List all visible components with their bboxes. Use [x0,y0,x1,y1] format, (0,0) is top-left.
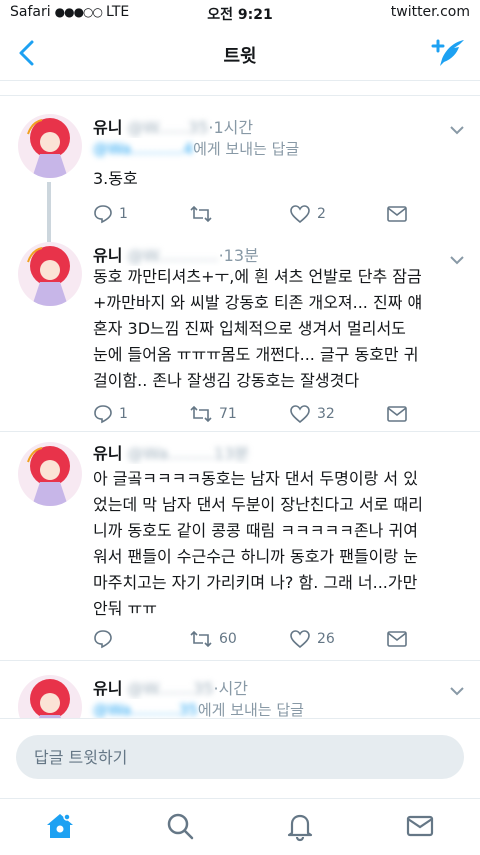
previous-tweet-edge [0,81,480,96]
reply-button[interactable]: 1 [93,404,128,424]
reply-context: @Wa..........35에게 보내는 답글 [93,699,304,718]
reply-button[interactable] [93,629,119,649]
retweet-icon [190,205,212,223]
heart-icon [290,405,310,424]
reply-button[interactable]: 1 [93,204,128,224]
tweet-text-line: 니까 동호도 같이 콩콩 때림 ㅋㅋㅋㅋㅋ존나 귀여 [93,521,418,540]
tweet-actions: 1 2 [93,202,460,226]
avatar[interactable] [18,675,82,718]
reply-handle-link[interactable]: @Wa..........35 [93,701,198,718]
tweet-actions: 1 71 32 [93,402,460,426]
compose-tweet-icon[interactable] [430,37,466,69]
heart-icon [290,630,310,649]
author-handle: @W............ [127,246,219,265]
nav-bar: 트윗 [0,26,480,81]
tweet-actions: 60 26 [93,627,460,651]
tweet-text-line: 안둬 ㅠㅠ [93,599,157,618]
reply-icon [94,630,112,649]
author-name[interactable]: 유니 [93,444,122,463]
avatar[interactable] [18,442,82,506]
search-icon[interactable] [163,809,197,843]
home-icon[interactable] [43,809,77,843]
retweet-icon [190,630,212,648]
author-name[interactable]: 유니 [93,679,122,698]
tweet-text-line: 눈에 들어옴 ㅠㅠㅠ몸도 개쩐다... 글구 동호만 귀 [93,345,419,364]
tweet-text-line: 혼자 3D느낌 진짜 입체적으로 생겨서 멀리서도 [93,319,406,338]
like-button[interactable]: 2 [289,204,326,224]
tweet-text-line: 아 글곸ㅋㅋㅋㅋ동호는 남자 댄서 두명이랑 서 있 [93,469,418,488]
tweet-header: 유니 @Wa.........13분 [93,440,440,464]
tweet-time: ·시간 [213,679,249,698]
reply-handle-link[interactable]: @Wa...........4 [93,140,193,158]
reply-count: 1 [119,206,128,222]
tweet-text: 아 글곸ㅋㅋㅋㅋ동호는 남자 댄서 두명이랑 서 있 었는데 막 남자 댄서 두… [93,466,462,622]
tweet-3[interactable]: 유니 @Wa.........13분 아 글곸ㅋㅋㅋㅋ동호는 남자 댄서 두명이… [0,432,480,658]
author-name[interactable]: 유니 [93,246,122,265]
chevron-down-icon[interactable] [450,681,464,696]
author-handle: @Wa.........13분 [127,444,250,463]
retweet-button[interactable]: 60 [189,629,237,649]
tweet-text-line: 었는데 막 남자 댄서 두분이 장난친다고 서로 때리 [93,495,424,514]
retweet-button[interactable] [189,204,219,224]
tweet-header: 유니 @W.......35·시간 [93,675,440,699]
author-name[interactable]: 유니 [93,118,122,137]
heart-icon [290,205,310,224]
tweet-text: 동호 까만티셔츠+ㅜ,에 흰 셔츠 언발로 단추 잠금 +까만바지 와 씨발 강… [93,264,462,394]
reply-input[interactable] [16,735,464,779]
thread-line [47,182,51,238]
reply-icon [94,405,112,424]
author-handle: @W......35 [127,118,209,137]
messages-icon[interactable] [403,809,437,843]
like-count: 32 [317,406,335,422]
tab-bar [0,798,480,855]
reply-suffix: 에게 보내는 답글 [193,140,300,158]
tweet-header: 유니 @W............·13분 [93,242,440,266]
avatar[interactable] [18,114,82,178]
reply-icon [94,205,112,224]
tweet-2[interactable]: 유니 @W............·13분 동호 까만티셔츠+ㅜ,에 흰 셔츠 … [0,236,480,431]
tweet-text-line: 걸이함.. 존나 잘생김 강동호는 잘생겻다 [93,371,360,390]
like-button[interactable]: 26 [289,629,335,649]
tweet-header: 유니 @W......35·1시간 [93,114,440,138]
notifications-icon[interactable] [283,809,317,843]
page-title: 트윗 [223,46,257,67]
tweet-4[interactable]: 유니 @W.......35·시간 @Wa..........35에게 보내는 … [0,661,480,718]
direct-message-button[interactable] [386,630,408,648]
retweet-count: 60 [219,631,237,647]
chevron-down-icon[interactable] [450,250,464,265]
retweet-count: 71 [219,406,237,422]
chevron-down-icon[interactable] [450,120,464,135]
direct-message-button[interactable] [386,405,408,423]
tweet-text: 3.동호 [93,169,138,188]
avatar[interactable] [18,242,82,306]
status-url: twitter.com [390,4,470,20]
reply-suffix: 에게 보내는 답글 [197,701,304,718]
tweet-time: ·1시간 [208,118,254,137]
like-count: 26 [317,631,335,647]
like-count: 2 [317,206,326,222]
reply-context: @Wa...........4에게 보내는 답글 [93,138,299,159]
direct-message-button[interactable] [386,205,408,223]
status-bar: Safari ●●●○○ LTE 오전 9:21 twitter.com [0,0,480,26]
author-handle: @W.......35 [127,679,214,698]
tweet-text-line: 마주치고는 자기 가리키며 나? 함. 그래 너...가만 [93,573,418,592]
retweet-button[interactable]: 71 [189,404,237,424]
mail-icon [387,631,407,647]
tweet-text-line: 동호 까만티셔츠+ㅜ,에 흰 셔츠 언발로 단추 잠금 [93,267,422,286]
tweet-1[interactable]: 유니 @W......35·1시간 @Wa...........4에게 보내는 … [0,96,480,238]
reply-count: 1 [119,406,128,422]
retweet-icon [190,405,212,423]
tweet-text-line: +까만바지 와 씨발 강동호 티존 개오져... 진짜 얘 [93,293,423,312]
tweet-time: ·13분 [218,246,259,265]
mail-icon [387,206,407,222]
tweet-text-line: 워서 팬들이 수근수근 하니까 동호가 팬들이랑 눈 [93,547,418,566]
like-button[interactable]: 32 [289,404,335,424]
mail-icon [387,406,407,422]
reply-bar [0,718,480,799]
